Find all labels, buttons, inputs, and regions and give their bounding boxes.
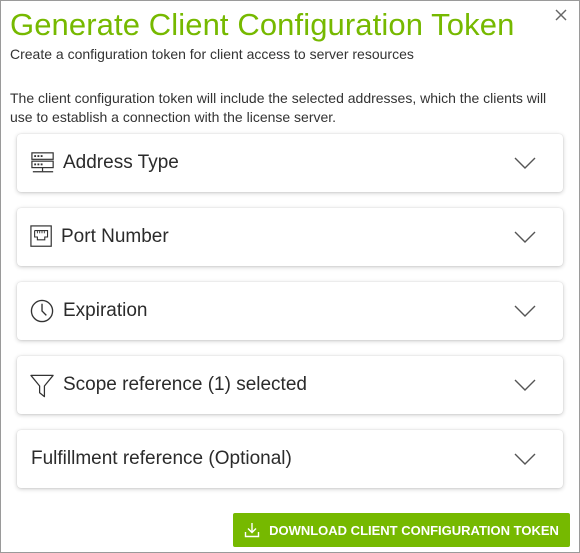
section-port-number[interactable]: Port Number	[17, 208, 563, 266]
section-expiration[interactable]: Expiration	[17, 282, 563, 340]
section-label-expiration: Expiration	[63, 300, 148, 321]
section-scope-reference[interactable]: Scope reference (1) selected	[17, 356, 563, 414]
download-button-label: DOWNLOAD CLIENT CONFIGURATION TOKEN	[269, 522, 559, 538]
dialog-description: The client configuration token will incl…	[10, 90, 547, 125]
download-client-config-token-button[interactable]: DOWNLOAD CLIENT CONFIGURATION TOKEN	[233, 513, 570, 547]
chevron-down-icon[interactable]	[513, 451, 537, 467]
client-config-token-dialog: Generate Client Configuration Token Crea…	[0, 0, 580, 553]
chevron-down-icon[interactable]	[513, 155, 537, 171]
section-label-port-number: Port Number	[61, 226, 169, 247]
section-label-fulfillment-reference: Fulfillment reference (Optional)	[31, 448, 292, 469]
section-label-address-type: Address Type	[63, 152, 179, 173]
download-icon	[244, 523, 260, 538]
chevron-down-icon[interactable]	[513, 229, 537, 245]
filter-icon	[30, 374, 54, 398]
ethernet-port-icon	[30, 225, 52, 247]
section-fulfillment-reference[interactable]: Fulfillment reference (Optional)	[17, 430, 563, 488]
section-label-scope-reference: Scope reference (1) selected	[63, 374, 307, 395]
dialog-subtitle: Create a configuration token for client …	[10, 46, 414, 62]
chevron-down-icon[interactable]	[513, 377, 537, 393]
clock-icon	[30, 299, 54, 323]
close-icon[interactable]	[551, 5, 571, 25]
section-address-type[interactable]: Address Type	[17, 134, 563, 192]
dialog-title: Generate Client Configuration Token	[10, 7, 515, 42]
server-icon	[31, 152, 54, 173]
chevron-down-icon[interactable]	[513, 303, 537, 319]
